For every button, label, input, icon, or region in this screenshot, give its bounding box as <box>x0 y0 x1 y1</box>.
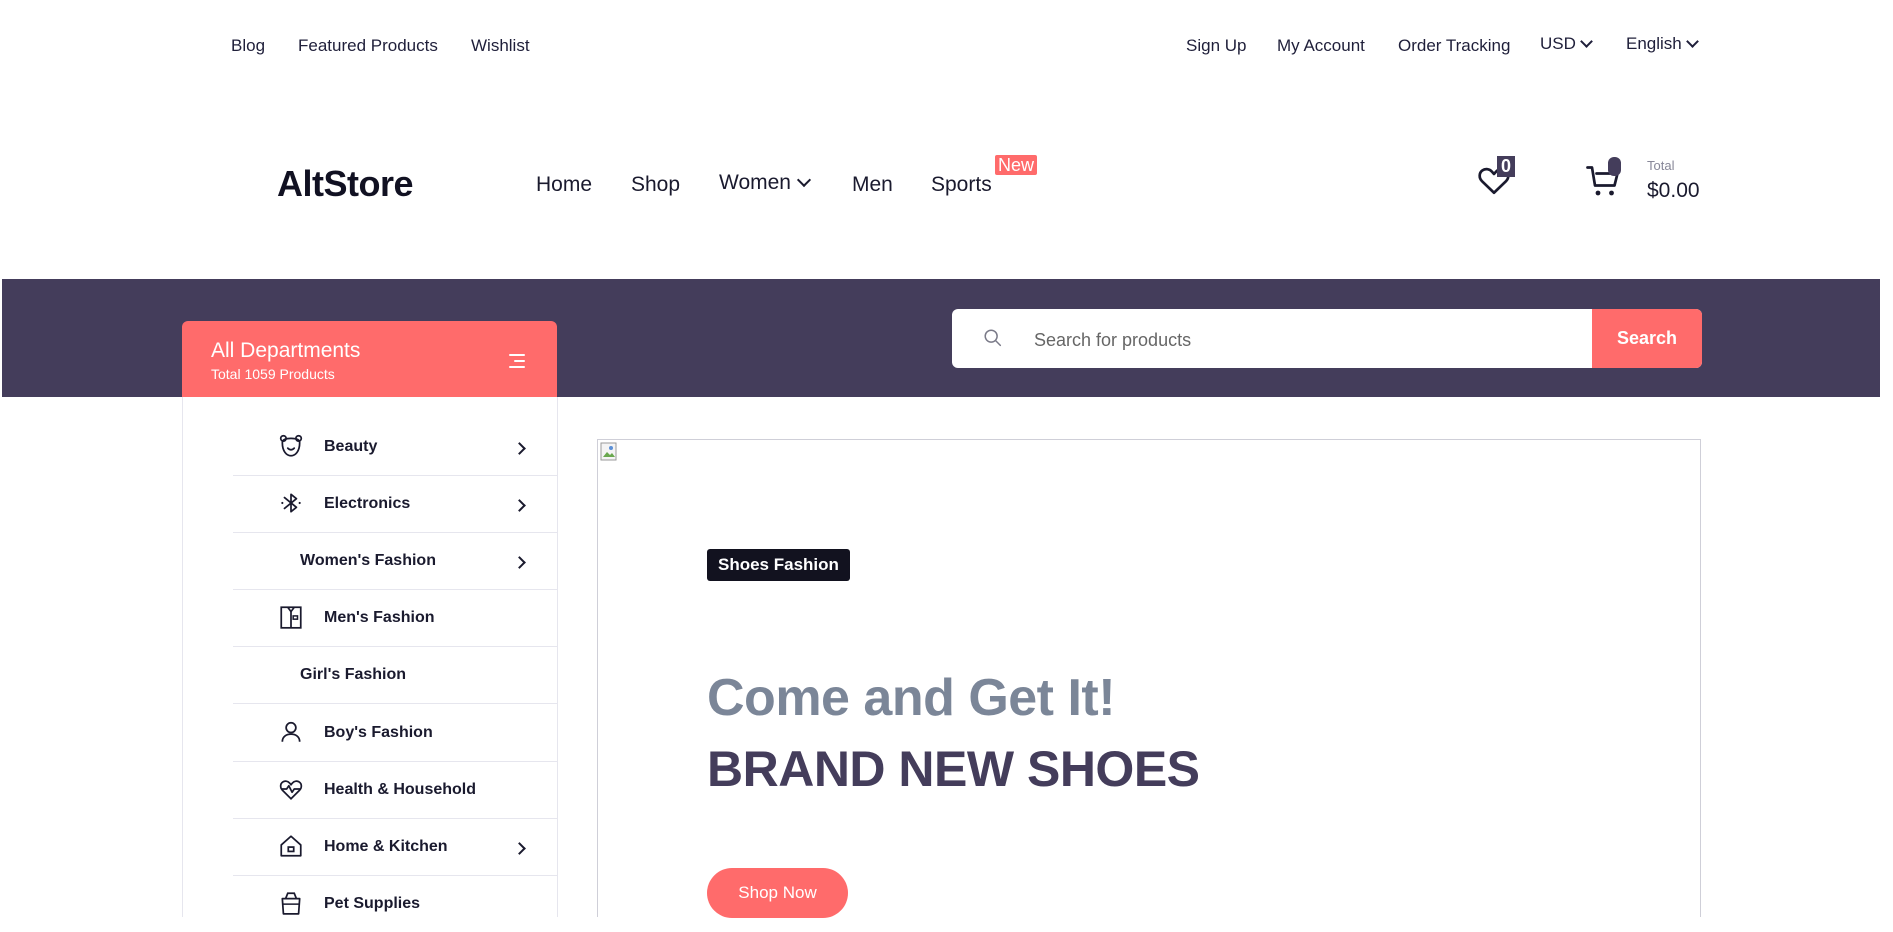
menu-icon[interactable] <box>509 354 525 368</box>
search-input[interactable] <box>1032 323 1566 357</box>
wishlist-link[interactable]: Wishlist <box>471 36 530 56</box>
category-label: Pet Supplies <box>324 895 421 912</box>
search-icon <box>984 329 1002 347</box>
departments-title: All Departments <box>211 339 361 362</box>
category-girls-fashion[interactable]: Girl's Fashion <box>233 647 557 704</box>
broken-image-icon <box>600 442 617 461</box>
top-bar: Blog Featured Products Wishlist Sign Up … <box>0 0 1893 90</box>
category-health-household[interactable]: Health & Household <box>233 762 557 819</box>
departments-sidebar: Beauty Electronics Women's Fashion Men's… <box>182 397 558 917</box>
bluetooth-icon <box>281 493 301 513</box>
my-account-link[interactable]: My Account <box>1277 36 1365 56</box>
category-label: Women's Fashion <box>300 552 436 569</box>
heart-pulse-icon <box>279 780 303 800</box>
currency-value: USD <box>1540 34 1576 53</box>
shirt-icon <box>280 606 302 629</box>
nav-women-label: Women <box>719 171 791 194</box>
new-badge: New <box>995 155 1038 175</box>
category-boys-fashion[interactable]: Boy's Fashion <box>233 705 557 762</box>
chevron-right-icon <box>513 556 526 569</box>
category-label: Home & Kitchen <box>324 838 448 855</box>
nav-shop[interactable]: Shop <box>631 173 680 197</box>
language-value: English <box>1626 34 1682 53</box>
cart-total-value: $0.00 <box>1647 179 1700 202</box>
language-dropdown[interactable]: English <box>1626 34 1699 54</box>
site-logo[interactable]: AltStore <box>277 163 414 205</box>
hero-subheadline: BRAND NEW SHOES <box>707 741 1200 797</box>
category-label: Health & Household <box>324 781 477 798</box>
basket-icon <box>281 892 301 915</box>
shop-now-button[interactable]: Shop Now <box>707 868 848 918</box>
category-label: Electronics <box>324 495 411 512</box>
blog-link[interactable]: Blog <box>231 36 265 56</box>
nav-sports[interactable]: Sports <box>931 173 992 197</box>
category-pet-supplies[interactable]: Pet Supplies <box>233 876 557 932</box>
chevron-right-icon <box>513 499 526 512</box>
cart-total-label: Total <box>1647 158 1675 173</box>
category-beauty[interactable]: Beauty <box>233 419 557 476</box>
chevron-down-icon <box>1685 35 1699 48</box>
category-mens-fashion[interactable]: Men's Fashion <box>233 590 557 647</box>
house-icon <box>280 835 302 857</box>
category-label: Men's Fashion <box>324 609 435 626</box>
departments-subtitle: Total 1059 Products <box>211 366 335 382</box>
category-womens-fashion[interactable]: Women's Fashion <box>233 533 557 590</box>
category-label: Girl's Fashion <box>300 666 407 683</box>
user-icon <box>281 721 301 742</box>
chevron-right-icon <box>513 442 526 455</box>
chevron-down-icon <box>796 172 812 188</box>
wishlist-count: 0 <box>1497 156 1516 177</box>
nav-home[interactable]: Home <box>536 173 592 197</box>
hero-headline: Come and Get It! <box>707 669 1116 727</box>
search-button[interactable]: Search <box>1592 309 1702 368</box>
category-label: Boy's Fashion <box>324 724 433 741</box>
featured-products-link[interactable]: Featured Products <box>298 36 438 56</box>
sign-up-link[interactable]: Sign Up <box>1186 36 1246 56</box>
category-label: Beauty <box>324 438 378 455</box>
all-departments-header[interactable]: All Departments Total 1059 Products <box>182 321 557 397</box>
nav-men[interactable]: Men <box>852 173 893 197</box>
currency-dropdown[interactable]: USD <box>1540 34 1593 54</box>
order-tracking-link[interactable]: Order Tracking <box>1398 36 1510 56</box>
nav-women[interactable]: Women <box>719 171 812 195</box>
chevron-right-icon <box>513 842 526 855</box>
cart-count: 0 <box>1608 157 1621 176</box>
hero-banner: Shoes Fashion Come and Get It! BRAND NEW… <box>597 439 1701 918</box>
bear-icon <box>279 434 303 457</box>
hero-tag: Shoes Fashion <box>707 549 850 581</box>
chevron-down-icon <box>1580 35 1593 48</box>
category-electronics[interactable]: Electronics <box>233 476 557 533</box>
search-bar: Search <box>952 309 1702 368</box>
category-home-kitchen[interactable]: Home & Kitchen <box>233 819 557 876</box>
